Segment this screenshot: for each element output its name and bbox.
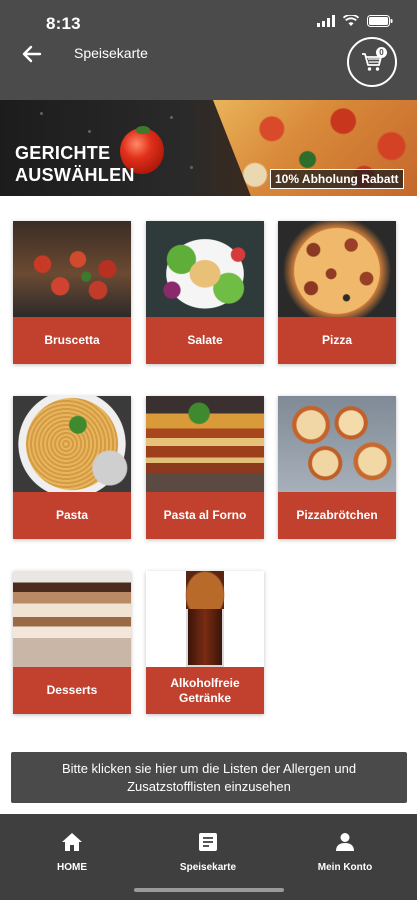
category-label: Pasta al Forno: [146, 492, 264, 539]
home-icon: [62, 833, 82, 851]
category-tile-salate[interactable]: Salate: [146, 221, 264, 364]
category-label: Salate: [146, 317, 264, 364]
arrow-left-icon: [22, 45, 42, 63]
bruscetta-image: [13, 221, 131, 317]
category-tile-pizza[interactable]: Pizza: [278, 221, 396, 364]
pizzabroetchen-image: [278, 396, 396, 492]
category-label: Alkoholfreie Getränke: [146, 667, 264, 714]
banner-decor: [190, 166, 193, 169]
banner-decor: [170, 116, 173, 119]
category-tile-pizzabroetchen[interactable]: Pizzabrötchen: [278, 396, 396, 539]
cart-button[interactable]: 0: [347, 37, 397, 87]
top-bar: 8:13 Speisekarte 0: [0, 0, 417, 100]
tomato-leaf-image: [136, 126, 150, 134]
nav-speisekarte-label: Speisekarte: [179, 862, 237, 873]
category-label: Pizza: [278, 317, 396, 364]
pizza-tile-image: [278, 221, 396, 317]
allergen-info-button[interactable]: Bitte klicken sie hier um die Listen der…: [11, 752, 407, 803]
home-indicator: [134, 888, 284, 892]
banner-title-line1: GERICHTE: [15, 143, 111, 163]
category-tile-pasta[interactable]: Pasta: [13, 396, 131, 539]
category-tile-getraenke[interactable]: Alkoholfreie Getränke: [146, 571, 264, 714]
battery-icon: [367, 15, 393, 27]
desserts-image: [13, 571, 131, 667]
getraenke-image: [146, 571, 264, 667]
category-label: Desserts: [13, 667, 131, 714]
pasta-image-overlay: [13, 396, 131, 492]
banner-decor: [88, 130, 91, 133]
back-button[interactable]: [18, 42, 46, 66]
category-label: Pizzabrötchen: [278, 492, 396, 539]
nav-home[interactable]: HOME: [17, 832, 127, 873]
salate-image: [146, 221, 264, 317]
app-root: 8:13 Speisekarte 0 GERICHTE AUSWÄHLEN 10…: [0, 0, 417, 900]
category-tile-bruscetta[interactable]: Bruscetta: [13, 221, 131, 364]
banner-title-line2: AUSWÄHLEN: [15, 165, 135, 185]
menu-list-icon: [199, 833, 217, 851]
category-tile-desserts[interactable]: Desserts: [13, 571, 131, 714]
lasagne-image: [146, 396, 264, 492]
signal-icon: [317, 15, 335, 27]
category-label: Pasta: [13, 492, 131, 539]
nav-mein-konto-label: Mein Konto: [317, 862, 373, 873]
banner-decor: [40, 112, 43, 115]
wifi-icon: [343, 15, 359, 26]
category-tile-pasta-al-forno[interactable]: Pasta al Forno: [146, 396, 264, 539]
nav-mein-konto[interactable]: Mein Konto: [290, 832, 400, 873]
status-time: 8:13: [46, 14, 81, 33]
banner-title: GERICHTE AUSWÄHLEN: [15, 142, 135, 186]
page-title: Speisekarte: [74, 45, 148, 61]
status-icons: [317, 15, 393, 27]
pasta-image: [13, 396, 131, 492]
cart-count-badge: 0: [376, 47, 387, 58]
nav-speisekarte[interactable]: Speisekarte: [153, 832, 263, 873]
discount-tag: 10% Abholung Rabatt: [270, 169, 404, 189]
category-label: Bruscetta: [13, 317, 131, 364]
glass-image: [186, 609, 224, 667]
nav-home-label: HOME: [57, 862, 87, 873]
user-icon: [336, 833, 354, 851]
